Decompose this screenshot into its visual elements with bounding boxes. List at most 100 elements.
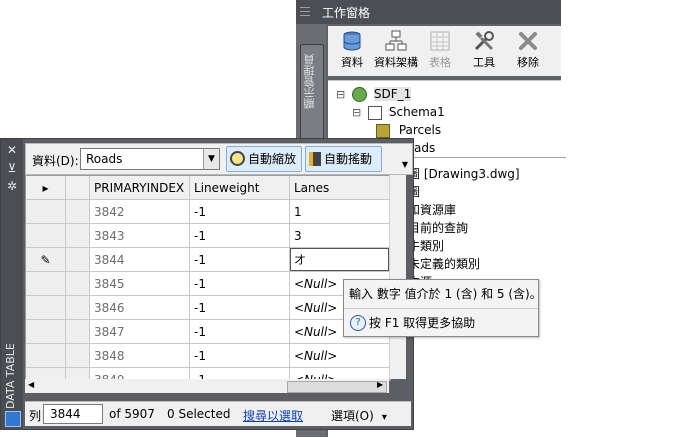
grip-icon[interactable] [300,4,314,20]
row-indicator[interactable] [26,296,66,320]
cell-primaryindex[interactable]: 3847 [90,320,190,344]
row-indicator[interactable] [26,344,66,368]
remove-icon [519,32,537,50]
tree-node-item-4[interactable]: 目前的查詢 [408,219,468,236]
schema-node-icon [368,105,383,120]
task-pane-title: 工作窗格 [322,6,371,20]
header-selector-cell[interactable] [66,176,90,200]
tree-node-drawing[interactable]: 圖 [Drawing3.dwg] [408,165,520,182]
column-header-lanes[interactable]: Lanes [290,176,390,200]
table-row[interactable]: 3846 -1 <Null> [26,296,390,320]
options-menu[interactable]: 選項(O) ▾ [331,407,387,424]
tree-label-sdf: SDF_1 [373,87,412,101]
row-indicator[interactable] [26,224,66,248]
cell-primaryindex[interactable]: 3848 [90,344,190,368]
tree-label-drawing: 圖 [Drawing3.dwg] [408,167,520,181]
selected-count: 0 Selected [167,407,231,421]
row-total: of 5907 [109,407,155,421]
row-indicator[interactable] [26,200,66,224]
tree-node-item-6[interactable]: 未定義的類別 [408,255,480,272]
cell-primaryindex[interactable]: 3842 [90,200,190,224]
toolbar-overflow-icon[interactable]: ▼ [400,160,410,170]
source-select[interactable]: Roads ▼ [80,148,220,170]
column-header-lineweight[interactable]: Lineweight [190,176,290,200]
tree-expander-minus[interactable]: ⊟ [336,88,345,101]
tree-node-schema[interactable]: ⊟ Schema1 [352,105,445,120]
data-button[interactable]: 資料 [330,28,374,74]
options-menu-label: 選項(O) [331,409,374,423]
cell-lineweight[interactable]: -1 [190,200,290,224]
row-selector[interactable] [66,224,90,248]
table-row[interactable]: 3843 -1 3 [26,224,390,248]
tree-expander-minus[interactable]: ⊟ [352,106,361,119]
row-selector[interactable] [66,200,90,224]
vertical-scrollbar[interactable] [389,175,406,379]
pan-icon [309,151,321,166]
cell-primaryindex[interactable]: 3843 [90,224,190,248]
tree-node-parcels[interactable]: Parcels [376,123,441,138]
chevron-down-icon[interactable]: ▼ [203,149,219,169]
cell-lineweight[interactable]: -1 [190,296,290,320]
table-button[interactable]: 表格 [418,28,462,74]
row-selector[interactable] [66,272,90,296]
schema-button[interactable]: 資料架構 [374,28,418,74]
tab-display-manager-label: 顯示管理員 [303,54,316,109]
remove-button-label: 移除 [517,56,539,69]
horizontal-scrollbar[interactable]: ◀ ▶ [25,379,389,393]
settings-icon[interactable]: ✲ [5,179,19,193]
cell-lineweight[interactable]: -1 [190,320,290,344]
table-row[interactable]: 3848 -1 <Null> [26,344,390,368]
search-to-select-link[interactable]: 搜尋以選取 [243,407,303,424]
cell-lanes-editing[interactable]: オ [290,248,390,272]
schema-button-label: 資料架構 [374,56,418,69]
cell-primaryindex[interactable]: 3845 [90,272,190,296]
tree-node-item-3[interactable]: 和資源庫 [408,201,456,218]
cell-lanes[interactable]: 1 [290,200,390,224]
tooltip-divider [344,308,538,309]
remove-button[interactable]: 移除 [506,28,550,74]
help-icon: ? [350,315,366,331]
validation-tooltip: 輸入 數字 值介於 1 (含) 和 5 (含)。 ? 按 F1 取得更多協助 [343,279,542,337]
row-selector[interactable] [66,248,90,272]
cell-lineweight[interactable]: -1 [190,344,290,368]
feature-class-icon [376,123,390,138]
cell-lineweight[interactable]: -1 [190,248,290,272]
tree-label-schema: Schema1 [388,105,445,119]
select-all-cell[interactable]: ▸ [26,176,66,200]
cell-lineweight[interactable]: -1 [190,224,290,248]
row-selector[interactable] [66,296,90,320]
auto-zoom-button[interactable]: 自動縮放 [226,146,302,172]
table-row[interactable]: 3842 -1 1 [26,200,390,224]
tooltip-message: 輸入 數字 值介於 1 (含) 和 5 (含)。 [349,287,542,301]
tree-label-item-4: 目前的查詢 [408,221,469,235]
close-icon[interactable]: ✕ [5,143,19,157]
task-pane-titlebar[interactable]: 工作窗格 [296,0,561,24]
cell-lanes[interactable]: <Null> [290,344,390,368]
table-row[interactable]: ✎ 3844 -1 オ [26,248,390,272]
scroll-left-icon[interactable]: ◀ [28,380,34,389]
table-row[interactable]: 3845 -1 <Null> [26,272,390,296]
tree-divider [406,157,566,158]
row-selector[interactable] [66,320,90,344]
horizontal-scroll-thumb[interactable] [287,381,387,393]
row-selector[interactable] [66,344,90,368]
globe-icon [352,87,368,102]
cell-primaryindex[interactable]: 3844 [90,248,190,272]
edit-pencil-icon[interactable]: ✎ [26,248,66,272]
tree-node-sdf[interactable]: ⊟ SDF_1 [336,87,412,102]
current-row-field[interactable]: 3844 [43,404,103,424]
app-logo-icon [5,411,21,427]
row-indicator[interactable] [26,320,66,344]
column-header-primaryindex[interactable]: PRIMARYINDEX [90,176,190,200]
cell-primaryindex[interactable]: 3846 [90,296,190,320]
table-row[interactable]: 3847 -1 <Null> [26,320,390,344]
scroll-right-icon[interactable]: ▶ [377,380,383,389]
data-grid: ▸ PRIMARYINDEX Lineweight Lanes 3842 -1 … [25,175,391,381]
tools-button[interactable]: 工具 [462,28,506,74]
auto-pan-button[interactable]: 自動搖動 [305,146,382,172]
cell-lanes[interactable]: 3 [290,224,390,248]
pin-icon[interactable]: ⊻ [5,161,19,175]
cell-lineweight[interactable]: -1 [190,272,290,296]
data-table-sidebar: ✕ ⊻ ✲ DATA TABLE [1,139,23,429]
row-indicator[interactable] [26,272,66,296]
